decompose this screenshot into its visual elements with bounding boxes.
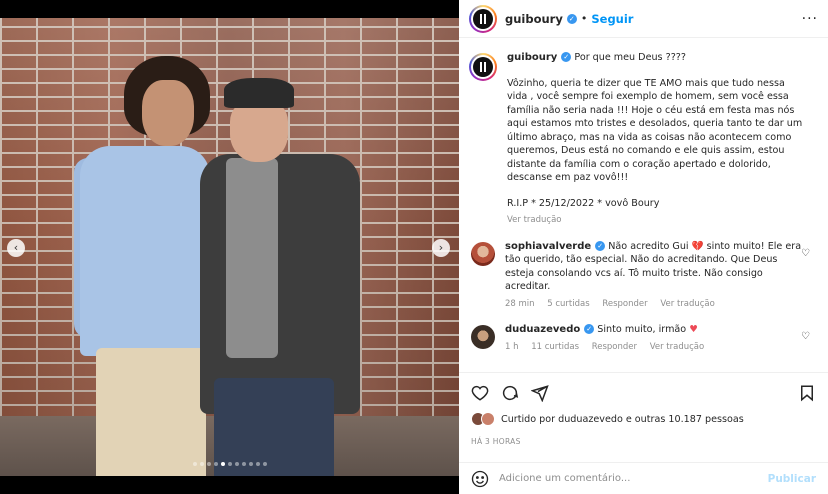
red-heart-icon: ♥	[689, 324, 698, 335]
comment-username[interactable]: sophiavalverde	[505, 241, 591, 252]
carousel-dot	[255, 462, 260, 466]
avatar[interactable]	[469, 53, 497, 81]
photo-person-young-pants	[96, 348, 206, 476]
post-timestamp: HÁ 3 HORAS	[471, 437, 521, 446]
comment-likes-count[interactable]: 11 curtidas	[531, 342, 579, 352]
carousel-dot	[227, 462, 232, 466]
carousel-dots	[0, 462, 459, 466]
carousel-dot	[206, 462, 211, 466]
caption-translate-link[interactable]: Ver tradução	[507, 215, 561, 225]
photo-person-young-face	[142, 80, 194, 146]
photo-person-young-shirt	[80, 146, 210, 356]
comment-translate-link[interactable]: Ver tradução	[660, 299, 714, 309]
comment-input[interactable]	[499, 473, 759, 484]
comment-reply-button[interactable]: Responder	[592, 342, 637, 352]
caption-rip: R.I.P * 25/12/2022 * vovô Boury	[507, 197, 660, 209]
carousel-dot	[213, 462, 218, 466]
heart-icon[interactable]	[469, 382, 491, 404]
follow-button[interactable]: Seguir	[591, 12, 633, 26]
post-header: guiboury ✓ • Seguir ···	[459, 0, 828, 38]
carousel-dot	[248, 462, 253, 466]
share-icon[interactable]	[529, 382, 551, 404]
comment-time: 28 min	[505, 298, 535, 309]
header-username[interactable]: guiboury	[505, 12, 563, 26]
verified-icon: ✓	[584, 324, 595, 334]
comment-translate-link[interactable]: Ver tradução	[650, 342, 704, 352]
comment-text: Sinto muito, irmão ♥	[597, 324, 698, 335]
avatar[interactable]	[471, 325, 495, 349]
verified-icon: ✓	[561, 52, 572, 62]
photo-person-old-shirt	[226, 158, 278, 358]
comment-like-heart-icon[interactable]: ♡	[801, 248, 810, 259]
liked-by[interactable]: Curtido por duduazevedo e outras 10.187 …	[471, 412, 744, 426]
comments-area[interactable]: guiboury ✓ Por que meu Deus ???? Vôzinho,…	[459, 39, 828, 371]
carousel-prev-button[interactable]: ‹	[7, 239, 25, 257]
add-comment-bar: Publicar	[459, 462, 828, 494]
bookmark-icon[interactable]	[796, 382, 818, 404]
post-actions	[459, 372, 828, 412]
comment-time: 1 h	[505, 341, 519, 352]
comment-icon[interactable]	[499, 382, 521, 404]
comment-likes-count[interactable]: 5 curtidas	[547, 299, 589, 309]
post-media: ‹ ›	[0, 0, 459, 494]
post-caption: guiboury ✓ Por que meu Deus ???? Vôzinho,…	[469, 51, 816, 228]
photo-person-old-hat	[224, 78, 294, 108]
post-photo	[0, 18, 459, 476]
caption-username[interactable]: guiboury	[507, 52, 557, 63]
avatar[interactable]	[471, 241, 495, 266]
carousel-dot	[192, 462, 197, 466]
carousel-dot	[199, 462, 204, 466]
avatar[interactable]	[469, 4, 497, 33]
liked-by-text[interactable]: Curtido por duduazevedo e outras 10.187 …	[501, 414, 744, 425]
carousel-dot	[220, 462, 225, 466]
ribbon-icon	[473, 8, 493, 29]
comment-username[interactable]: duduazevedo	[505, 324, 580, 335]
carousel-dot	[241, 462, 246, 466]
ribbon-icon	[473, 57, 493, 77]
comment-like-heart-icon[interactable]: ♡	[801, 331, 810, 342]
avatar	[481, 412, 495, 426]
comment-reply-button[interactable]: Responder	[602, 299, 647, 309]
verified-icon: ✓	[595, 240, 606, 251]
broken-heart-icon: 💔	[691, 240, 704, 252]
header-separator: •	[580, 12, 588, 25]
post-modal: ‹ › guiboury ✓ • Seguir ··· guiboury ✓ P…	[0, 0, 828, 494]
photo-person-old-coat	[200, 154, 360, 414]
comment-item: duduazevedo ✓ Sinto muito, irmão ♥ 1 h 11…	[469, 323, 816, 354]
emoji-icon[interactable]	[471, 470, 489, 488]
carousel-next-button[interactable]: ›	[432, 239, 450, 257]
carousel-dot	[234, 462, 239, 466]
publish-button[interactable]: Publicar	[768, 473, 816, 485]
more-options-icon[interactable]: ···	[802, 11, 818, 27]
comment-item: sophiavalverde ✓ Não acredito Gui 💔 sinto…	[469, 240, 816, 312]
post-side-panel: guiboury ✓ • Seguir ··· guiboury ✓ Por qu…	[459, 0, 828, 494]
caption-text: Vôzinho, queria te dizer que TE AMO mais…	[507, 77, 806, 184]
caption-headline: Por que meu Deus ????	[574, 52, 686, 63]
photo-person-old-face	[230, 100, 288, 162]
verified-icon: ✓	[566, 13, 577, 24]
carousel-dot	[262, 462, 267, 466]
